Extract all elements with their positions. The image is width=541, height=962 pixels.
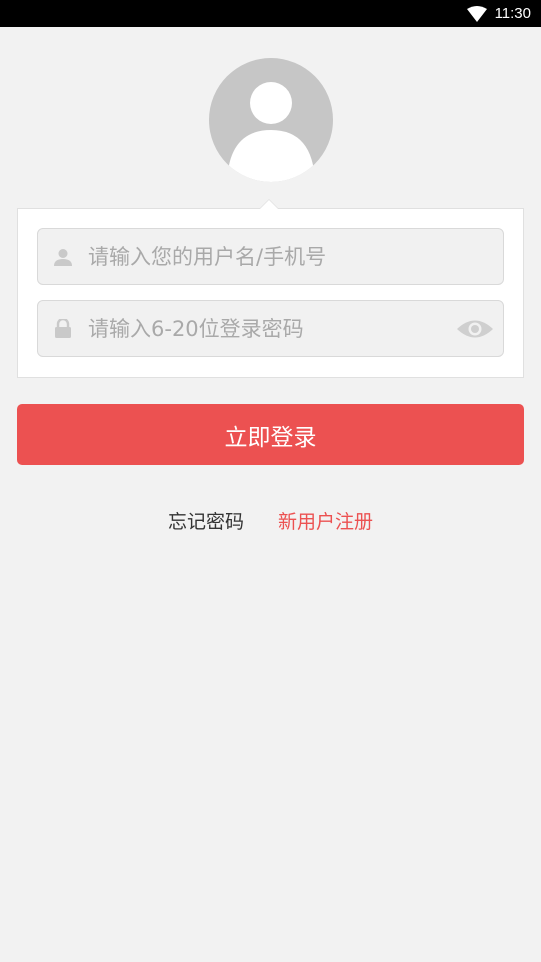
password-field[interactable] bbox=[37, 300, 504, 357]
register-link[interactable]: 新用户注册 bbox=[278, 507, 373, 534]
eye-icon[interactable] bbox=[447, 318, 503, 340]
lock-icon bbox=[38, 319, 88, 338]
person-icon bbox=[38, 248, 88, 266]
wifi-icon bbox=[466, 5, 487, 22]
username-field[interactable] bbox=[37, 228, 504, 285]
password-input[interactable] bbox=[88, 301, 447, 356]
auth-links: 忘记密码 新用户注册 bbox=[0, 507, 541, 534]
forgot-password-link[interactable]: 忘记密码 bbox=[168, 507, 244, 534]
user-avatar-icon[interactable] bbox=[209, 58, 333, 182]
status-time: 11:30 bbox=[494, 5, 531, 22]
login-button[interactable]: 立即登录 bbox=[17, 404, 524, 465]
username-input[interactable] bbox=[88, 229, 503, 284]
status-bar: 11:30 bbox=[0, 0, 541, 27]
